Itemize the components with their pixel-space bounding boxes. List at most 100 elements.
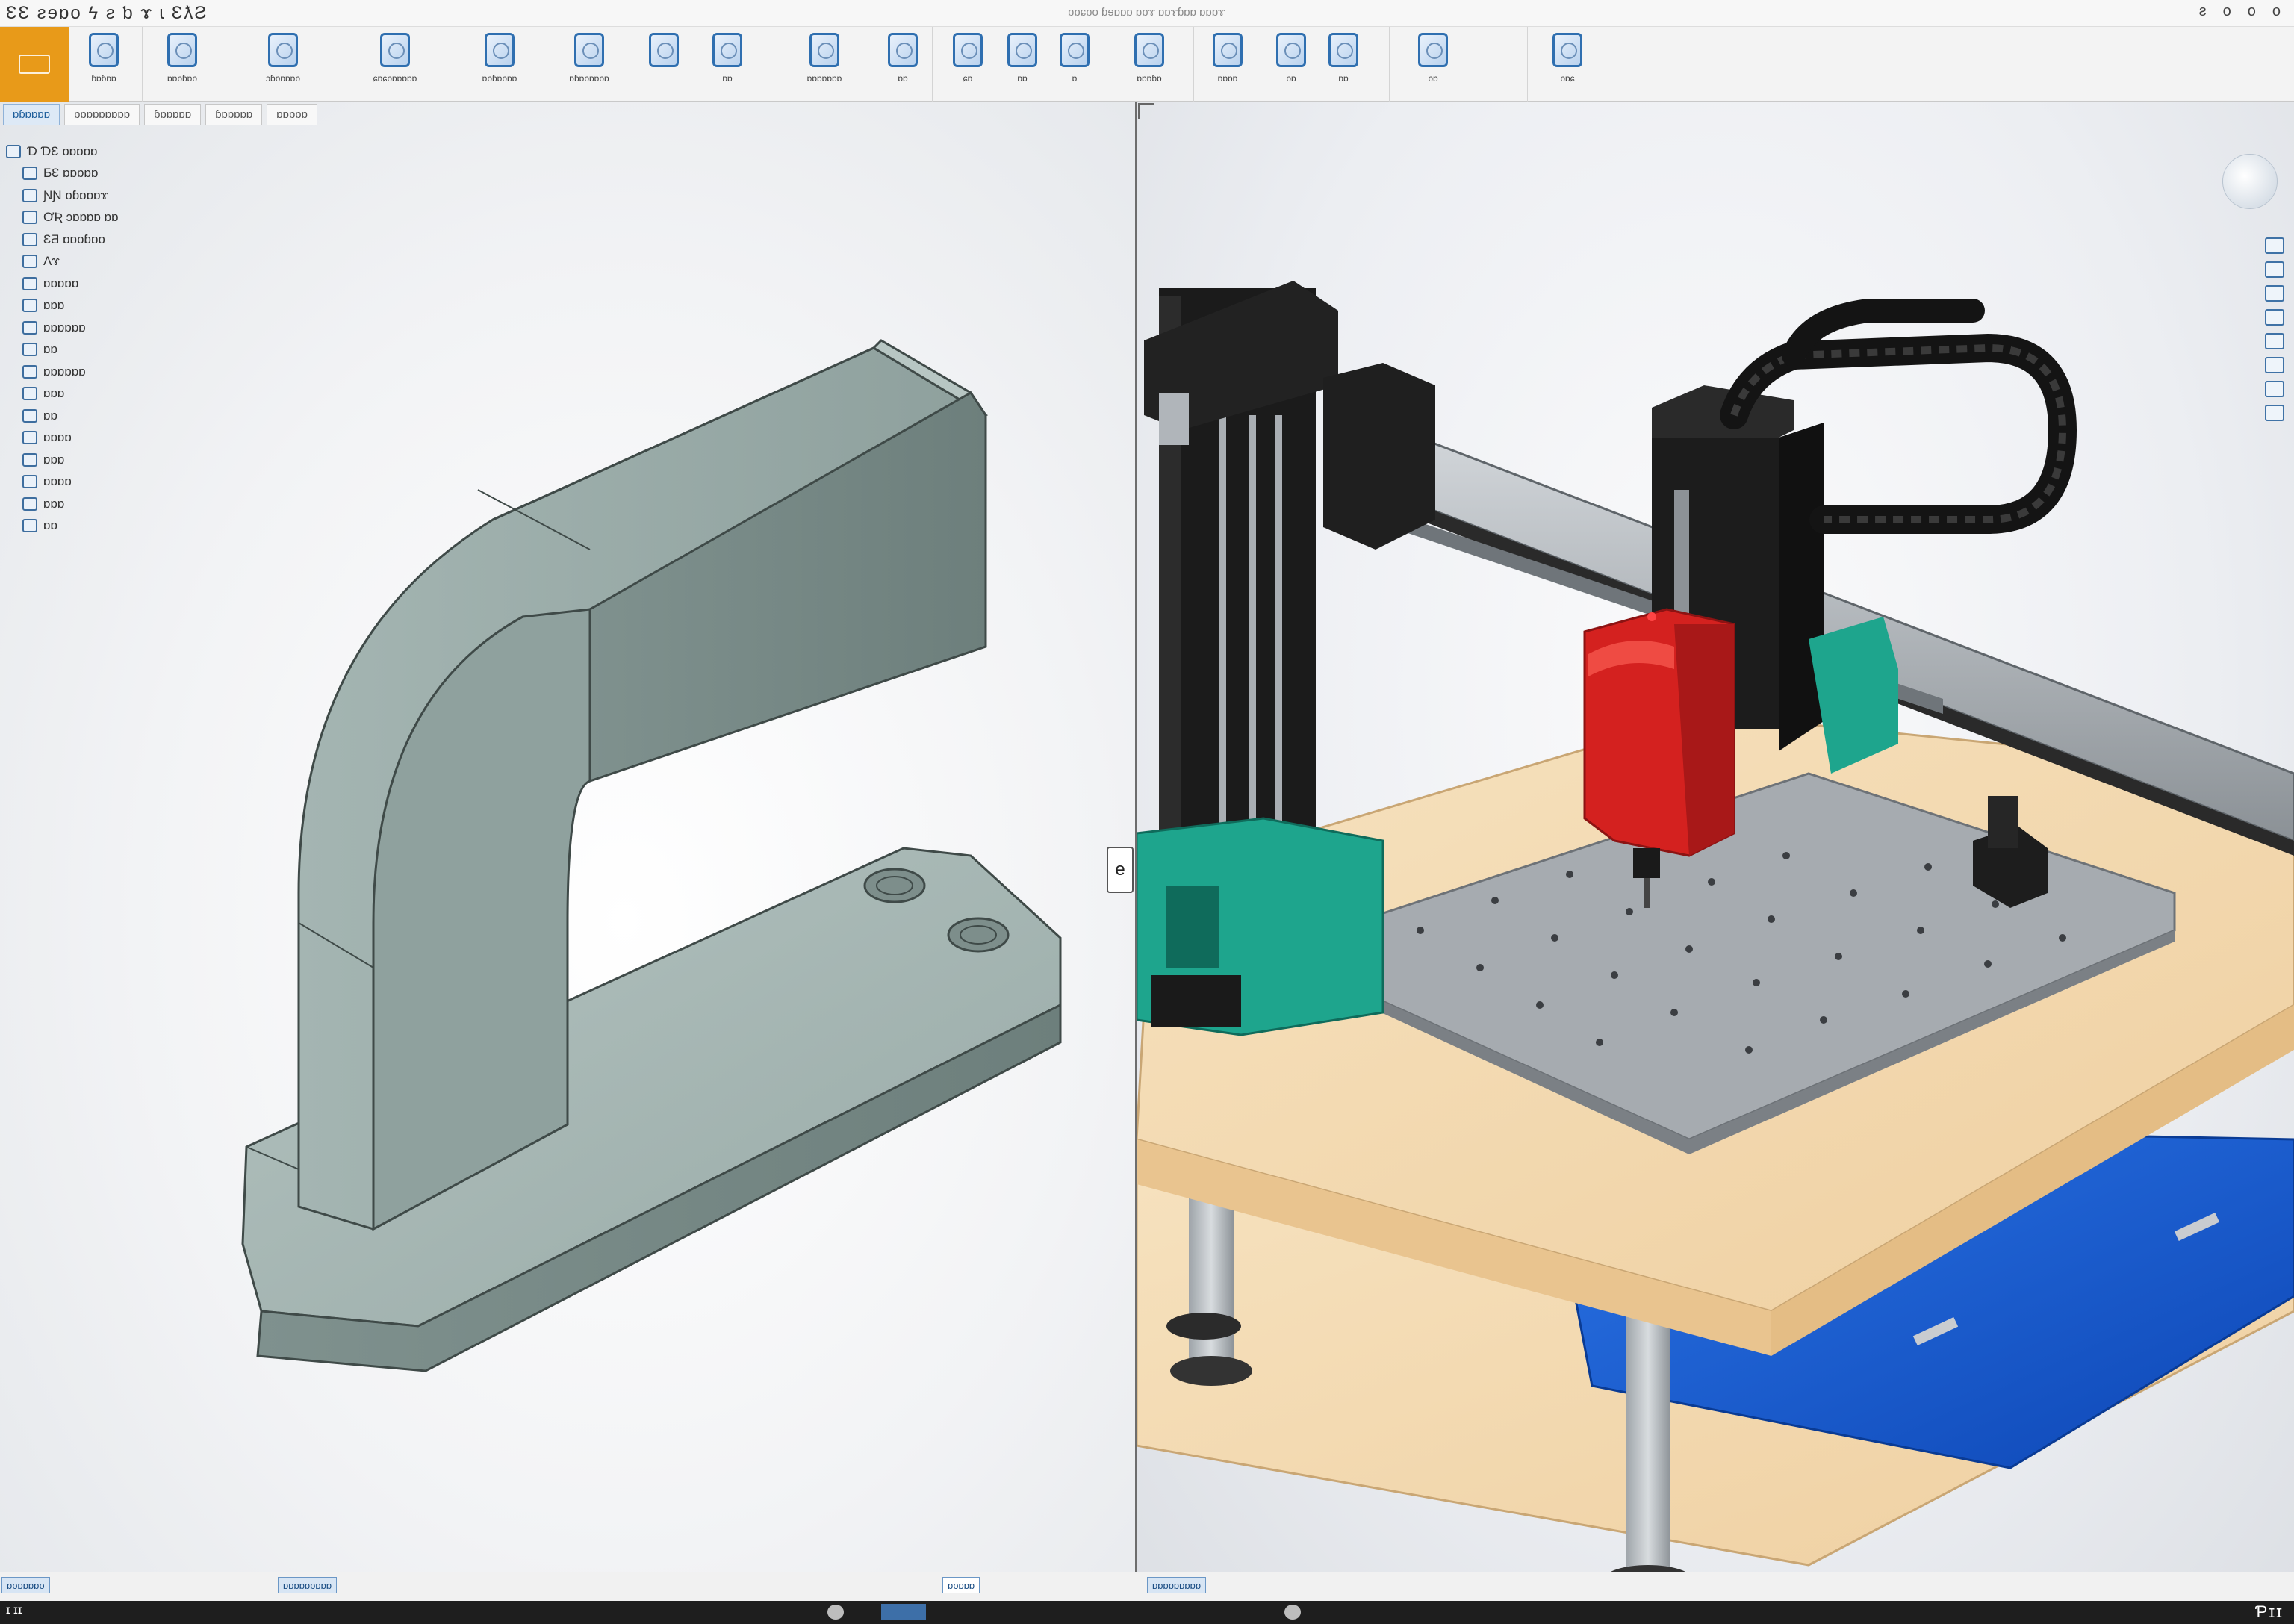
tree-item-label: ƐƋ ɒɒɒɓɒɒ xyxy=(43,231,105,246)
revolve-icon xyxy=(574,33,604,67)
rib-icon xyxy=(1060,33,1090,67)
view-orientation-cube[interactable] xyxy=(2222,154,2278,209)
tree-item[interactable]: ɒɒ xyxy=(6,339,185,361)
title-bar-quick-access[interactable]: ƐƐ ƨɘɒo ϟ ƨ ƅ ɤ ɩ ƐƛƧ xyxy=(6,3,208,24)
tree-item[interactable]: ƝƝ ɒɓɒɒɒɤ xyxy=(6,184,185,207)
render-icon xyxy=(1418,33,1448,67)
ribbon-button-18[interactable]: ɒɒ xyxy=(1404,33,1462,97)
assembly-viewport[interactable] xyxy=(1137,102,2294,1590)
folder-icon xyxy=(22,167,37,181)
extrude-icon xyxy=(485,33,515,67)
ribbon-button-9[interactable]: ɒɒɒɒɒɒɒ xyxy=(795,33,854,97)
part-icon xyxy=(6,144,21,158)
display-style-icon[interactable] xyxy=(2265,357,2284,373)
ribbon-button-12[interactable]: ɒɒ xyxy=(993,33,1051,97)
ribbon-button-16[interactable]: ɒɒ xyxy=(1262,33,1320,97)
taskbar-tray-icon[interactable] xyxy=(1284,1605,1301,1620)
part-viewport[interactable]: ɒɓɒɒɒɒ ɒɒɒɒɒɒɒɒɒ ɓɒɒɒɒɒ ɓɒɒɒɒɒ ɒɒɒɒɒ Ɗ Ɗ… xyxy=(0,102,1135,1590)
tree-item[interactable]: ɒɒ xyxy=(6,405,185,427)
tree-item[interactable]: ɒɒɒ xyxy=(6,449,185,471)
ribbon-button-11[interactable]: ɕɒ xyxy=(939,33,997,97)
tree-item-label: ƝƝ ɒɓɒɒɒɤ xyxy=(43,187,109,202)
tree-item-label: ɒɒɒ xyxy=(43,386,65,401)
fillet-icon xyxy=(22,408,37,423)
zoom-area-icon[interactable] xyxy=(2265,261,2284,278)
command-ribbon: ɓɒɓɒɒ ɒɒɒɓɒɒ ɔɓɒɒɒɒɒ ɕɒɕɒɒɒɒɒɒ ɒɒɓɒɒɒɒ ɒ… xyxy=(0,27,2294,102)
ribbon-button-13[interactable]: ɒ xyxy=(1045,33,1104,97)
hide-show-icon[interactable] xyxy=(2265,381,2284,397)
application-menu-button[interactable] xyxy=(0,27,69,102)
tree-item[interactable]: Ʌɤ xyxy=(6,251,185,273)
status-bar: ɒɒɒɒɒɒɒ ɒɒɒɒɒɒɒɒɒ ɒɒɒɒɒ ɒɒɒɒɒɒɒɒɒ xyxy=(0,1572,2294,1601)
tree-item[interactable]: ɒɒɒ xyxy=(6,493,185,515)
ribbon-button-5[interactable]: ɒɒɓɒɒɒɒ xyxy=(470,33,529,97)
tab-configuration[interactable]: ɓɒɒɒɒɒ xyxy=(144,104,202,125)
previous-view-icon[interactable] xyxy=(2265,285,2284,302)
help-button[interactable]: ƨ xyxy=(2199,3,2207,20)
tree-item-label: ɒɒɒ xyxy=(43,496,65,511)
tab-dimxpert[interactable]: ɓɒɒɒɒɒ xyxy=(205,104,263,125)
ribbon-button-17[interactable]: ɒɒ xyxy=(1314,33,1373,97)
ribbon-button-2[interactable]: ɒɒɒɓɒɒ xyxy=(153,33,211,97)
tree-item[interactable]: ɒɒɒɒɒɒ xyxy=(6,361,185,383)
pattern-icon xyxy=(953,33,983,67)
window-controls: ƨ o o o xyxy=(2199,3,2281,20)
viewport-splitter[interactable] xyxy=(1135,102,1137,1590)
hole-icon xyxy=(22,452,37,467)
tool-icon xyxy=(268,33,298,67)
ribbon-button-label: ɔɓɒɒɒɒɒ xyxy=(265,73,301,84)
status-motion-tab[interactable]: ɒɒɒɒɒɒɒɒɒ xyxy=(278,1577,338,1593)
ribbon-button-19[interactable]: ɒɒɕ xyxy=(1538,33,1597,97)
tab-property-manager[interactable]: ɒɒɒɒɒɒɒɒɒ xyxy=(64,104,140,125)
ribbon-button-15[interactable]: ɒɒɒɒ xyxy=(1199,33,1257,97)
ribbon-button-14[interactable]: ɒɒɒɓɒ xyxy=(1120,33,1178,97)
tree-item[interactable]: ɒɒɒ xyxy=(6,295,185,317)
view-side-toolbar xyxy=(2260,237,2290,421)
ribbon-button-10[interactable]: ɒɒ xyxy=(874,33,932,97)
tree-item[interactable]: ɒɒɒɒ xyxy=(6,471,185,494)
ribbon-button-1[interactable]: ɓɒɓɒɒ xyxy=(75,33,133,97)
appearance-icon[interactable] xyxy=(2265,405,2284,421)
tree-item-label: ɒɒɒɒɒɒ xyxy=(43,320,86,335)
maximize-button[interactable]: o xyxy=(2248,3,2256,20)
tab-feature-tree[interactable]: ɒɓɒɒɒɒ xyxy=(3,104,60,125)
cnc-gantry-model[interactable] xyxy=(1137,102,2294,1590)
status-model-tab[interactable]: ɒɒɒɒɒɒɒ xyxy=(1,1577,50,1593)
tree-item[interactable]: ɒɒɒɒɒɒ xyxy=(6,317,185,339)
close-button[interactable]: o xyxy=(2272,3,2281,20)
ribbon-button-4[interactable]: ɕɒɕɒɒɒɒɒɒ xyxy=(366,33,424,97)
section-view-icon[interactable] xyxy=(2265,309,2284,326)
taskbar-app-icon[interactable] xyxy=(827,1605,844,1620)
view-orientation-icon[interactable] xyxy=(2265,333,2284,349)
ribbon-button-7[interactable] xyxy=(635,33,693,97)
ribbon-button-label: ɒɒɕ xyxy=(1560,73,1575,84)
ribbon-button-label: ɒ xyxy=(1072,73,1078,84)
split-handle[interactable]: e xyxy=(1107,847,1134,893)
tree-item-label: ɒɒ xyxy=(43,408,57,423)
taskbar-clock: Ƥɪɪ xyxy=(2254,1602,2284,1621)
tree-item[interactable]: ɒɒ xyxy=(6,515,185,538)
tree-item[interactable]: Ɗ ƊƐ ɒɒɒɒɒ xyxy=(6,140,185,163)
ribbon-button-label: ɒɒɒɓɒɒ xyxy=(167,73,198,84)
chamfer-icon xyxy=(22,475,37,489)
tree-item[interactable]: ɒɒɒɒ xyxy=(6,427,185,449)
ribbon-button-label: ɒɒɓɒɒɒɒ xyxy=(482,73,517,84)
ribbon-button-3[interactable]: ɔɓɒɒɒɒɒ xyxy=(254,33,312,97)
tree-item[interactable]: ɒɒɒɒɒ xyxy=(6,273,185,295)
tab-display[interactable]: ɒɒɒɒɒ xyxy=(267,104,317,125)
tree-item[interactable]: ƂƐ ɒɒɒɒɒ xyxy=(6,163,185,185)
minimize-button[interactable]: o xyxy=(2223,3,2231,20)
tree-item[interactable]: ɒɒɒ xyxy=(6,383,185,405)
os-taskbar: ɪ ɪɪ Ƥɪɪ xyxy=(0,1601,2294,1624)
status-units[interactable]: ɒɒɒɒɒɒɒɒɒ xyxy=(1147,1577,1207,1593)
section-icon xyxy=(1276,33,1306,67)
tree-item[interactable]: ƐƋ ɒɒɒɓɒɒ xyxy=(6,228,185,251)
taskbar-app-window[interactable] xyxy=(881,1604,926,1620)
taskbar-start[interactable]: ɪ ɪɪ xyxy=(6,1604,22,1617)
zoom-fit-icon[interactable] xyxy=(2265,237,2284,254)
ribbon-button-6[interactable]: ɒɓɒɒɒɒɒɒ xyxy=(560,33,618,97)
tree-item[interactable]: ƠƦ ɔɒɒɒɒ ɒɒ xyxy=(6,207,185,229)
tree-item-label: Ɗ ƊƐ ɒɒɒɒɒ xyxy=(27,143,98,158)
ribbon-button-8[interactable]: ɒɒ xyxy=(698,33,756,97)
fillet-icon xyxy=(712,33,742,67)
